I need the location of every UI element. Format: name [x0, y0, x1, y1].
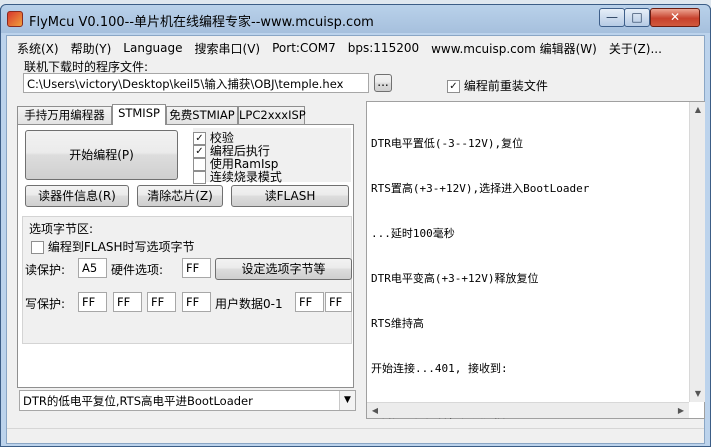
write-protect-field-3[interactable]: FF — [182, 292, 211, 312]
option-continuous[interactable]: 连续烧录模式 — [193, 168, 282, 185]
menu-search-port[interactable]: 搜索串口(V) — [189, 40, 267, 57]
log-line: DTR电平变高(+3-+12V)释放复位 — [371, 272, 539, 285]
maximize-button[interactable]: □ — [624, 8, 650, 27]
app-icon — [7, 11, 23, 27]
menu-help[interactable]: 帮助(Y) — [65, 40, 118, 57]
menu-editor[interactable]: www.mcuisp.com 编辑器(W) — [425, 40, 603, 57]
tab-lpc2xxxisp[interactable]: LPC2xxxISP — [238, 106, 306, 125]
log-line: RTS置高(+3-+12V),选择进入BootLoader — [371, 182, 590, 195]
menu-port[interactable]: Port:COM7 — [266, 41, 342, 55]
read-protect-field[interactable]: A5 — [78, 258, 107, 278]
menu-about[interactable]: 关于(Z)... — [603, 40, 668, 57]
stmisp-panel: 开始编程(P) ✓ 校验 ✓ 编程后执行 使用RamIsp 连续烧录模式 读器件… — [17, 124, 354, 388]
option-bytes-group: 选项字节区: 编程到FLASH时写选项字节 读保护: A5 硬件选项: FF 设… — [22, 216, 352, 344]
menu-baudrate[interactable]: bps:115200 — [342, 41, 425, 55]
reload-file-option[interactable]: ✓ 编程前重装文件 — [447, 77, 548, 94]
set-option-bytes-button[interactable]: 设定选项字节等 — [215, 258, 352, 280]
continuous-checkbox[interactable] — [193, 171, 206, 184]
log-line: DTR电平置低(-3--12V),复位 — [371, 137, 524, 150]
bootloader-mode-value: DTR的低电平复位,RTS高电平进BootLoader — [23, 394, 253, 408]
reload-file-label: 编程前重装文件 — [463, 79, 548, 93]
menu-system[interactable]: 系统(X) — [11, 40, 65, 57]
tab-free-stmiap[interactable]: 免费STMIAP — [166, 106, 238, 125]
close-button[interactable]: ✕ — [650, 8, 700, 27]
erase-chip-button[interactable]: 清除芯片(Z) — [137, 185, 223, 207]
log-line: ...延时100毫秒 — [371, 227, 455, 240]
read-protect-label: 读保护: — [25, 263, 66, 277]
continuous-label: 连续烧录模式 — [209, 170, 282, 184]
tab-handheld-programmer[interactable]: 手持万用编程器 — [17, 106, 112, 125]
scroll-left-icon[interactable]: ◀ — [367, 403, 383, 419]
browse-button[interactable]: ... — [374, 74, 392, 92]
read-flash-button[interactable]: 读FLASH — [231, 185, 349, 207]
write-protect-label: 写保护: — [25, 297, 66, 311]
hw-option-label: 硬件选项: — [111, 263, 164, 277]
user-data-field-0[interactable]: FF — [295, 292, 324, 312]
write-protect-field-0[interactable]: FF — [78, 292, 107, 312]
client-area: 系统(X) 帮助(Y) Language 搜索串口(V) Port:COM7 b… — [6, 35, 705, 444]
program-file-path[interactable]: C:\Users\victory\Desktop\keil5\输入捕获\OBJ\… — [23, 73, 369, 93]
log-horizontal-scrollbar[interactable]: ◀ ▶ — [367, 402, 689, 418]
log-lines: DTR电平置低(-3--12V),复位 RTS置高(+3-+12V),选择进入B… — [371, 106, 589, 447]
start-programming-button[interactable]: 开始编程(P) — [25, 130, 178, 180]
title-bar[interactable]: FlyMcu V0.100--单片机在线编程专家--www.mcuisp.com… — [1, 5, 710, 33]
write-protect-field-1[interactable]: FF — [113, 292, 142, 312]
menu-language[interactable]: Language — [117, 41, 188, 55]
tab-stmisp[interactable]: STMISP — [112, 104, 166, 125]
hw-option-field[interactable]: FF — [182, 258, 211, 278]
bootloader-mode-select[interactable]: DTR的低电平复位,RTS高电平进BootLoader ▼ — [19, 390, 356, 411]
scroll-right-icon[interactable]: ▶ — [673, 403, 689, 419]
minimize-button[interactable]: — — [599, 8, 625, 27]
reload-file-checkbox[interactable]: ✓ — [447, 80, 460, 93]
scroll-down-icon[interactable]: ▼ — [690, 386, 706, 402]
log-line: RTS维持高 — [371, 317, 424, 330]
write-option-bytes-checkbox[interactable] — [31, 241, 44, 254]
write-option-bytes-option[interactable]: 编程到FLASH时写选项字节 — [31, 238, 195, 255]
write-protect-field-2[interactable]: FF — [147, 292, 176, 312]
user-data-label: 用户数据0-1 — [215, 297, 283, 311]
log-vertical-scrollbar[interactable]: ▲ ▼ — [689, 102, 705, 402]
flymcu-window: FlyMcu V0.100--单片机在线编程专家--www.mcuisp.com… — [0, 4, 711, 447]
program-options: ✓ 校验 ✓ 编程后执行 使用RamIsp 连续烧录模式 — [193, 128, 351, 185]
log-line: 开始连接...401, 接收到: — [371, 362, 508, 375]
menu-bar: 系统(X) 帮助(Y) Language 搜索串口(V) Port:COM7 b… — [7, 38, 704, 58]
log-output: DTR电平置低(-3--12V),复位 RTS置高(+3-+12V),选择进入B… — [366, 101, 705, 420]
write-option-bytes-label: 编程到FLASH时写选项字节 — [47, 240, 195, 254]
status-bar — [7, 428, 704, 443]
read-device-info-button[interactable]: 读器件信息(R) — [25, 185, 129, 207]
window-title: FlyMcu V0.100--单片机在线编程专家--www.mcuisp.com — [29, 15, 374, 30]
user-data-field-1[interactable]: FF — [325, 292, 352, 312]
chevron-down-icon[interactable]: ▼ — [339, 391, 355, 410]
option-bytes-label: 选项字节区: — [29, 222, 94, 236]
scroll-up-icon[interactable]: ▲ — [690, 102, 706, 118]
